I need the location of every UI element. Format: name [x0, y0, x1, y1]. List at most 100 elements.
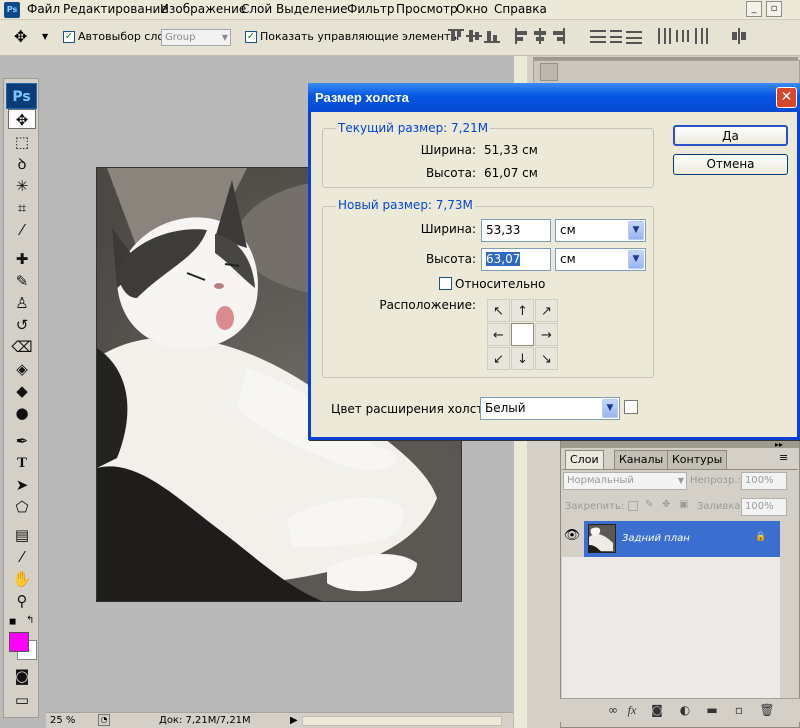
menu-filter[interactable]: Фильтр [347, 0, 394, 19]
close-icon[interactable]: ✕ [776, 87, 797, 108]
menu-help[interactable]: Справка [494, 0, 547, 19]
lock-move-icon[interactable]: ✥ [662, 499, 670, 510]
anchor-right-icon[interactable]: → [535, 323, 558, 346]
anchor-top-icon[interactable]: ↑ [511, 299, 534, 322]
lock-all-icon[interactable]: ▣ [679, 499, 688, 510]
panel-icon[interactable] [540, 63, 558, 81]
relative-checkbox[interactable] [439, 277, 452, 290]
show-controls-checkbox[interactable]: ✓ [245, 31, 257, 43]
align-bottom-icon[interactable] [484, 28, 500, 44]
menu-image[interactable]: Изображение [160, 0, 246, 19]
clone-stamp-tool[interactable]: ♙ [8, 293, 36, 313]
eyedropper-tool[interactable]: ⁄ [8, 220, 36, 240]
mask-icon[interactable]: ◙ [649, 702, 665, 718]
shape-tool[interactable]: ⬠ [8, 497, 36, 517]
menu-window[interactable]: Окно [456, 0, 488, 19]
swap-colors-icon[interactable]: ↰ [26, 615, 34, 626]
anchor-bottom-icon[interactable]: ↓ [511, 347, 534, 370]
anchor-center[interactable] [511, 323, 534, 346]
anchor-bottom-left-icon[interactable]: ↙ [487, 347, 510, 370]
height-unit-select[interactable]: см ▼ [555, 248, 646, 271]
distribute-right-icon[interactable] [692, 28, 708, 44]
fill-field[interactable]: 100% [741, 498, 787, 516]
layer-name[interactable]: Задний план [622, 533, 690, 544]
menu-layer[interactable]: Слой [241, 0, 272, 19]
quick-mask-icon[interactable]: ◙ [8, 666, 36, 686]
menu-edit[interactable]: Редактирование [63, 0, 168, 19]
default-colors-icon[interactable]: ◼ [9, 617, 16, 627]
align-left-icon[interactable] [514, 28, 530, 44]
fx-icon[interactable]: fx [624, 702, 640, 718]
collapse-icon[interactable]: ▸▸ [775, 440, 783, 449]
history-brush-tool[interactable]: ↺ [8, 315, 36, 335]
distribute-hcenter-icon[interactable] [674, 28, 690, 44]
anchor-left-icon[interactable]: ← [487, 323, 510, 346]
anchor-bottom-right-icon[interactable]: ↘ [535, 347, 558, 370]
align-top-icon[interactable] [448, 28, 464, 44]
distribute-top-icon[interactable] [590, 28, 606, 44]
anchor-top-right-icon[interactable]: ↗ [535, 299, 558, 322]
paint-bucket-tool[interactable]: ◈ [8, 359, 36, 379]
healing-brush-tool[interactable]: ✚ [8, 249, 36, 269]
dodge-tool[interactable]: ● [8, 403, 36, 423]
height-input[interactable]: 63,07 [481, 248, 551, 271]
type-tool[interactable]: T [8, 453, 36, 473]
notes-tool[interactable]: ▤ [8, 525, 36, 545]
relative-label[interactable]: Относительно [455, 277, 545, 291]
align-right-icon[interactable] [550, 28, 566, 44]
width-input[interactable]: 53,33 [481, 219, 551, 242]
lasso-tool[interactable]: ꝺ [8, 154, 36, 174]
tab-paths[interactable]: Контуры [667, 450, 728, 470]
marquee-tool[interactable]: ⬚ [8, 132, 36, 152]
align-hcenter-icon[interactable] [532, 28, 548, 44]
extension-color-swatch[interactable] [624, 400, 638, 414]
anchor-top-left-icon[interactable]: ↖ [487, 299, 510, 322]
tab-channels[interactable]: Каналы [614, 450, 669, 470]
width-unit-select[interactable]: см ▼ [555, 219, 646, 242]
hand-tool[interactable]: ✋ [8, 569, 36, 589]
collapsed-panel[interactable] [533, 60, 800, 85]
restore-button[interactable]: ▫ [766, 1, 782, 17]
extension-color-select[interactable]: Белый ▼ [480, 397, 620, 420]
screen-mode-icon[interactable]: ▭ [8, 690, 36, 710]
zoom-tool[interactable]: ⚲ [8, 591, 36, 611]
align-vcenter-icon[interactable] [466, 28, 482, 44]
distribute-bottom-icon[interactable] [626, 28, 642, 44]
brush-tool[interactable]: ✎ [8, 271, 36, 291]
folder-icon[interactable]: ▬ [704, 702, 720, 718]
panel-menu-icon[interactable]: ≡ [779, 451, 788, 464]
horizontal-scrollbar[interactable] [302, 716, 502, 726]
adjustment-icon[interactable]: ◐ [677, 702, 693, 718]
ok-button[interactable]: Да [673, 125, 788, 146]
cancel-button[interactable]: Отмена [673, 154, 788, 175]
crop-tool[interactable]: ⌗ [8, 198, 36, 218]
lock-paint-icon[interactable]: ✎ [645, 499, 653, 510]
auto-select-checkbox[interactable]: ✓ [63, 31, 75, 43]
zoom-level[interactable]: 25 % [50, 713, 75, 728]
blend-mode-select[interactable]: Нормальный ▼ [563, 472, 687, 490]
trash-icon[interactable]: 🗑 [759, 702, 775, 718]
minimize-button[interactable]: _ [746, 1, 762, 17]
chevron-down-icon[interactable]: ▼ [42, 32, 48, 41]
eye-icon[interactable]: 👁 [563, 528, 581, 548]
distribute-left-icon[interactable] [656, 28, 672, 44]
menu-select[interactable]: Выделение [276, 0, 347, 19]
status-menu-arrow-icon[interactable]: ▶ [290, 713, 298, 728]
auto-align-icon[interactable] [731, 28, 747, 44]
new-layer-icon[interactable]: ▫ [731, 702, 747, 718]
move-tool-preset-icon[interactable]: ✥ [14, 27, 27, 46]
status-icon[interactable]: ◔ [98, 714, 110, 726]
opacity-field[interactable]: 100% [741, 472, 787, 490]
pen-tool[interactable]: ✒ [8, 431, 36, 451]
distribute-vcenter-icon[interactable] [608, 28, 624, 44]
tab-layers[interactable]: Слои [565, 450, 604, 470]
link-icon[interactable]: ∞ [605, 702, 621, 718]
path-select-tool[interactable]: ➤ [8, 475, 36, 495]
foreground-color-swatch[interactable] [9, 632, 29, 652]
move-tool[interactable]: ✥ [8, 109, 36, 129]
magic-wand-tool[interactable]: ✳ [8, 176, 36, 196]
lock-transparency-icon[interactable] [628, 501, 638, 511]
menu-file[interactable]: Файл [27, 0, 60, 19]
eyedropper-2-tool[interactable]: ⁄ [8, 547, 36, 567]
eraser-tool[interactable]: ⌫ [8, 337, 36, 357]
